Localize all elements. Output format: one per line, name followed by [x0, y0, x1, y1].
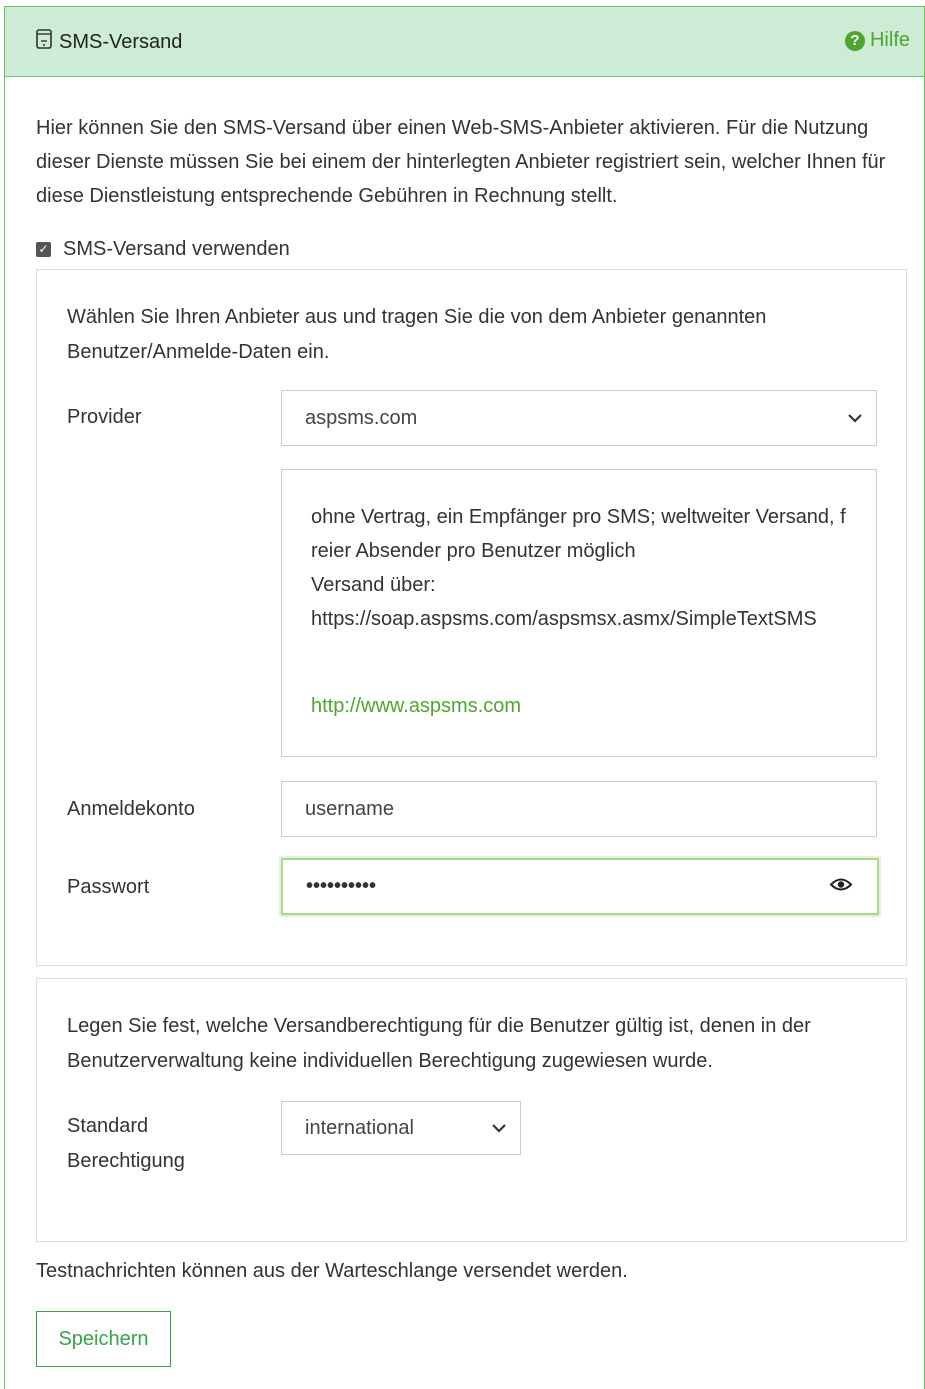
queue-note: Testnachrichten können aus der Warteschl… [36, 1260, 628, 1282]
provider-select[interactable]: aspsms.com [281, 390, 877, 446]
info-line-2: Versand über: [311, 574, 436, 596]
password-input[interactable]: •••••••••• [281, 858, 879, 915]
provider-info-box: ohne Vertrag, ein Empfänger pro SMS; wel… [281, 469, 877, 757]
provider-label: Provider [67, 406, 142, 428]
permission-description: Legen Sie fest, welche Versandberechtigu… [67, 1015, 811, 1072]
help-link[interactable]: ? Hilfe [844, 29, 910, 52]
panel-title-text: SMS-Versand [59, 30, 183, 53]
intro-text: Hier können Sie den SMS-Versand über ein… [36, 117, 886, 207]
provider-value: aspsms.com [305, 406, 418, 429]
chevron-down-icon [488, 1117, 510, 1139]
info-line-3: https://soap.aspsms.com/aspsmsx.asmx/Sim… [311, 608, 817, 630]
provider-section: Wählen Sie Ihren Anbieter aus und tragen… [36, 269, 907, 966]
standard-permission-value: international [305, 1116, 414, 1139]
permission-section: Legen Sie fest, welche Versandberechtigu… [36, 978, 907, 1242]
sms-enable-checkbox[interactable]: ✓ SMS-Versand verwenden [36, 238, 290, 261]
panel-header: SMS-Versand ? Hilfe [5, 7, 924, 77]
sms-icon [35, 29, 53, 55]
help-label: Hilfe [869, 29, 910, 51]
question-icon: ? [844, 30, 865, 51]
account-value: username [305, 797, 394, 820]
checkbox-label: SMS-Versand verwenden [63, 238, 290, 260]
panel-title: SMS-Versand [35, 29, 182, 55]
save-button[interactable]: Speichern [36, 1311, 171, 1367]
provider-info-text: ohne Vertrag, ein Empfänger pro SMS; wel… [311, 500, 851, 636]
password-value: •••••••••• [306, 875, 377, 897]
standard-permission-label: Standard Berechtigung [67, 1115, 185, 1172]
checkmark-icon[interactable]: ✓ [36, 242, 51, 257]
eye-icon[interactable] [829, 875, 853, 898]
account-label: Anmeldekonto [67, 798, 195, 820]
chevron-down-icon [844, 407, 866, 429]
account-input[interactable]: username [281, 781, 877, 837]
standard-permission-select[interactable]: international [281, 1101, 521, 1155]
sms-settings-panel: SMS-Versand ? Hilfe Hier können Sie den … [4, 6, 925, 1389]
provider-website-link[interactable]: http://www.aspsms.com [311, 695, 521, 718]
info-line-1: ohne Vertrag, ein Empfänger pro SMS; wel… [311, 506, 846, 562]
provider-description: Wählen Sie Ihren Anbieter aus und tragen… [67, 306, 767, 363]
password-label: Passwort [67, 876, 150, 898]
